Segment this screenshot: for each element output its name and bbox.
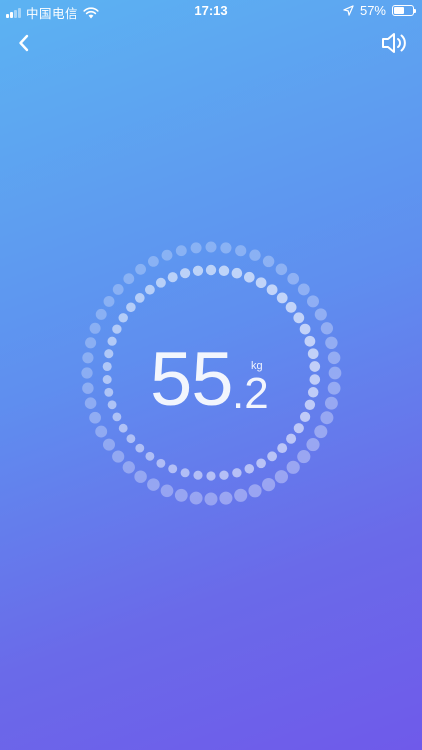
gauge-dot — [145, 284, 155, 295]
sound-toggle-button[interactable] — [380, 29, 410, 57]
gauge-dot — [248, 484, 262, 498]
gauge-dot — [299, 323, 311, 335]
gauge-dot — [306, 438, 320, 452]
gauge-dot — [147, 478, 160, 491]
gauge-dot — [156, 458, 166, 468]
gauge-dot — [243, 271, 255, 283]
gauge-dot — [287, 272, 300, 285]
gauge-dot — [286, 460, 300, 474]
gauge-dot — [256, 458, 266, 469]
gauge-dot — [249, 249, 261, 261]
gauge-dot — [267, 451, 277, 462]
gauge-dot — [189, 491, 203, 505]
speaker-icon — [382, 33, 406, 53]
gauge-dot — [220, 242, 232, 254]
weight-screen: 中国电信 17:13 57% 55 kg .2 — [0, 0, 422, 750]
gauge-dot — [297, 283, 310, 296]
gauge-dot — [145, 451, 155, 461]
gauge-dot — [320, 322, 334, 335]
gauge-dot — [314, 425, 328, 439]
gauge-dot — [231, 267, 243, 279]
gauge-dot — [174, 488, 188, 502]
gauge-dot — [219, 470, 229, 480]
gauge-dot — [135, 443, 145, 453]
gauge-dot — [276, 292, 288, 304]
gauge-dot — [168, 464, 178, 474]
gauge-dot — [244, 464, 255, 474]
gauge-dot — [103, 438, 115, 451]
gauge-dot — [262, 478, 276, 492]
gauge-dot — [234, 488, 248, 502]
gauge-dot — [160, 484, 174, 498]
gauge-dot — [155, 277, 166, 288]
gauge-dot — [126, 434, 136, 444]
gauge-dot — [266, 284, 278, 296]
gauge-dot — [235, 245, 247, 257]
gauge-dot — [148, 256, 159, 267]
gauge-dot — [307, 295, 319, 308]
gauge-dot — [161, 249, 173, 261]
gauge-dot — [193, 470, 203, 480]
location-arrow-icon — [343, 5, 354, 16]
gauge-dot — [175, 245, 187, 257]
gauge-dot — [134, 293, 145, 303]
gauge-dot — [118, 313, 128, 323]
gauge-dot — [103, 295, 115, 307]
status-right: 57% — [343, 3, 416, 18]
weight-reading: 55 kg .2 — [0, 336, 422, 426]
gauge-dot — [112, 283, 124, 295]
gauge-dot — [205, 241, 217, 253]
gauge-dot — [123, 273, 135, 285]
weight-decimal: .2 — [232, 369, 269, 418]
gauge-dot — [122, 461, 135, 474]
gauge-dot — [180, 468, 190, 478]
gauge-dot — [277, 443, 288, 454]
battery-level — [394, 7, 405, 14]
gauge-dot — [192, 265, 204, 276]
gauge-dot — [126, 302, 136, 313]
gauge-dot — [89, 322, 101, 334]
status-bar: 中国电信 17:13 57% — [0, 0, 422, 22]
gauge-dot — [190, 242, 202, 254]
gauge-dot — [112, 450, 125, 463]
gauge-dot — [134, 470, 147, 483]
gauge-dot — [180, 268, 191, 279]
gauge-dot — [262, 255, 275, 268]
gauge-dot — [219, 491, 233, 505]
gauge-dot — [255, 277, 267, 289]
gauge-dot — [286, 433, 297, 444]
chevron-left-icon — [19, 34, 29, 52]
battery-percent: 57% — [359, 3, 386, 18]
gauge-dot — [297, 450, 311, 464]
gauge-dot — [314, 308, 327, 321]
battery-icon — [392, 5, 416, 16]
back-button[interactable] — [12, 30, 38, 56]
gauge-dot — [112, 324, 122, 334]
gauge-dot — [135, 263, 147, 275]
gauge-dot — [285, 301, 297, 313]
gauge-dot — [167, 272, 178, 283]
gauge-dot — [95, 425, 108, 438]
gauge-dot — [232, 468, 242, 478]
gauge-dot — [293, 312, 305, 324]
weight-integer: 55 — [150, 337, 234, 422]
gauge-dot — [274, 470, 288, 484]
gauge-dot — [205, 264, 217, 276]
gauge-dot — [206, 471, 216, 481]
gauge-dot — [218, 265, 230, 277]
gauge-dot — [95, 308, 107, 320]
gauge-dot — [275, 263, 288, 276]
gauge-dot — [204, 492, 218, 506]
